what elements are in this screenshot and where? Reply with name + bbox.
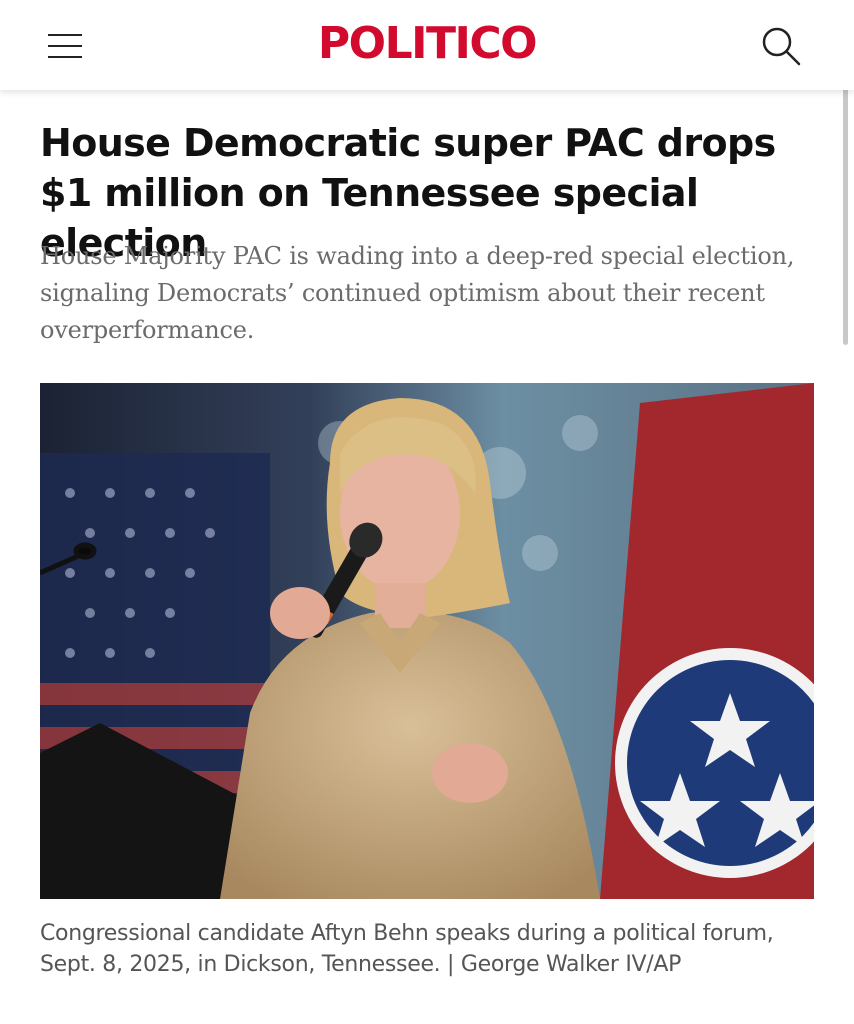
scrollbar[interactable] [843,60,848,345]
site-logo[interactable]: POLITICO [0,18,854,70]
article-photo [40,383,814,899]
article-dek: House Majority PAC is wading into a deep… [40,242,795,344]
search-icon[interactable] [760,26,802,68]
site-header: POLITICO [0,0,854,90]
photo-caption: Congressional candidate Aftyn Behn speak… [40,921,774,977]
